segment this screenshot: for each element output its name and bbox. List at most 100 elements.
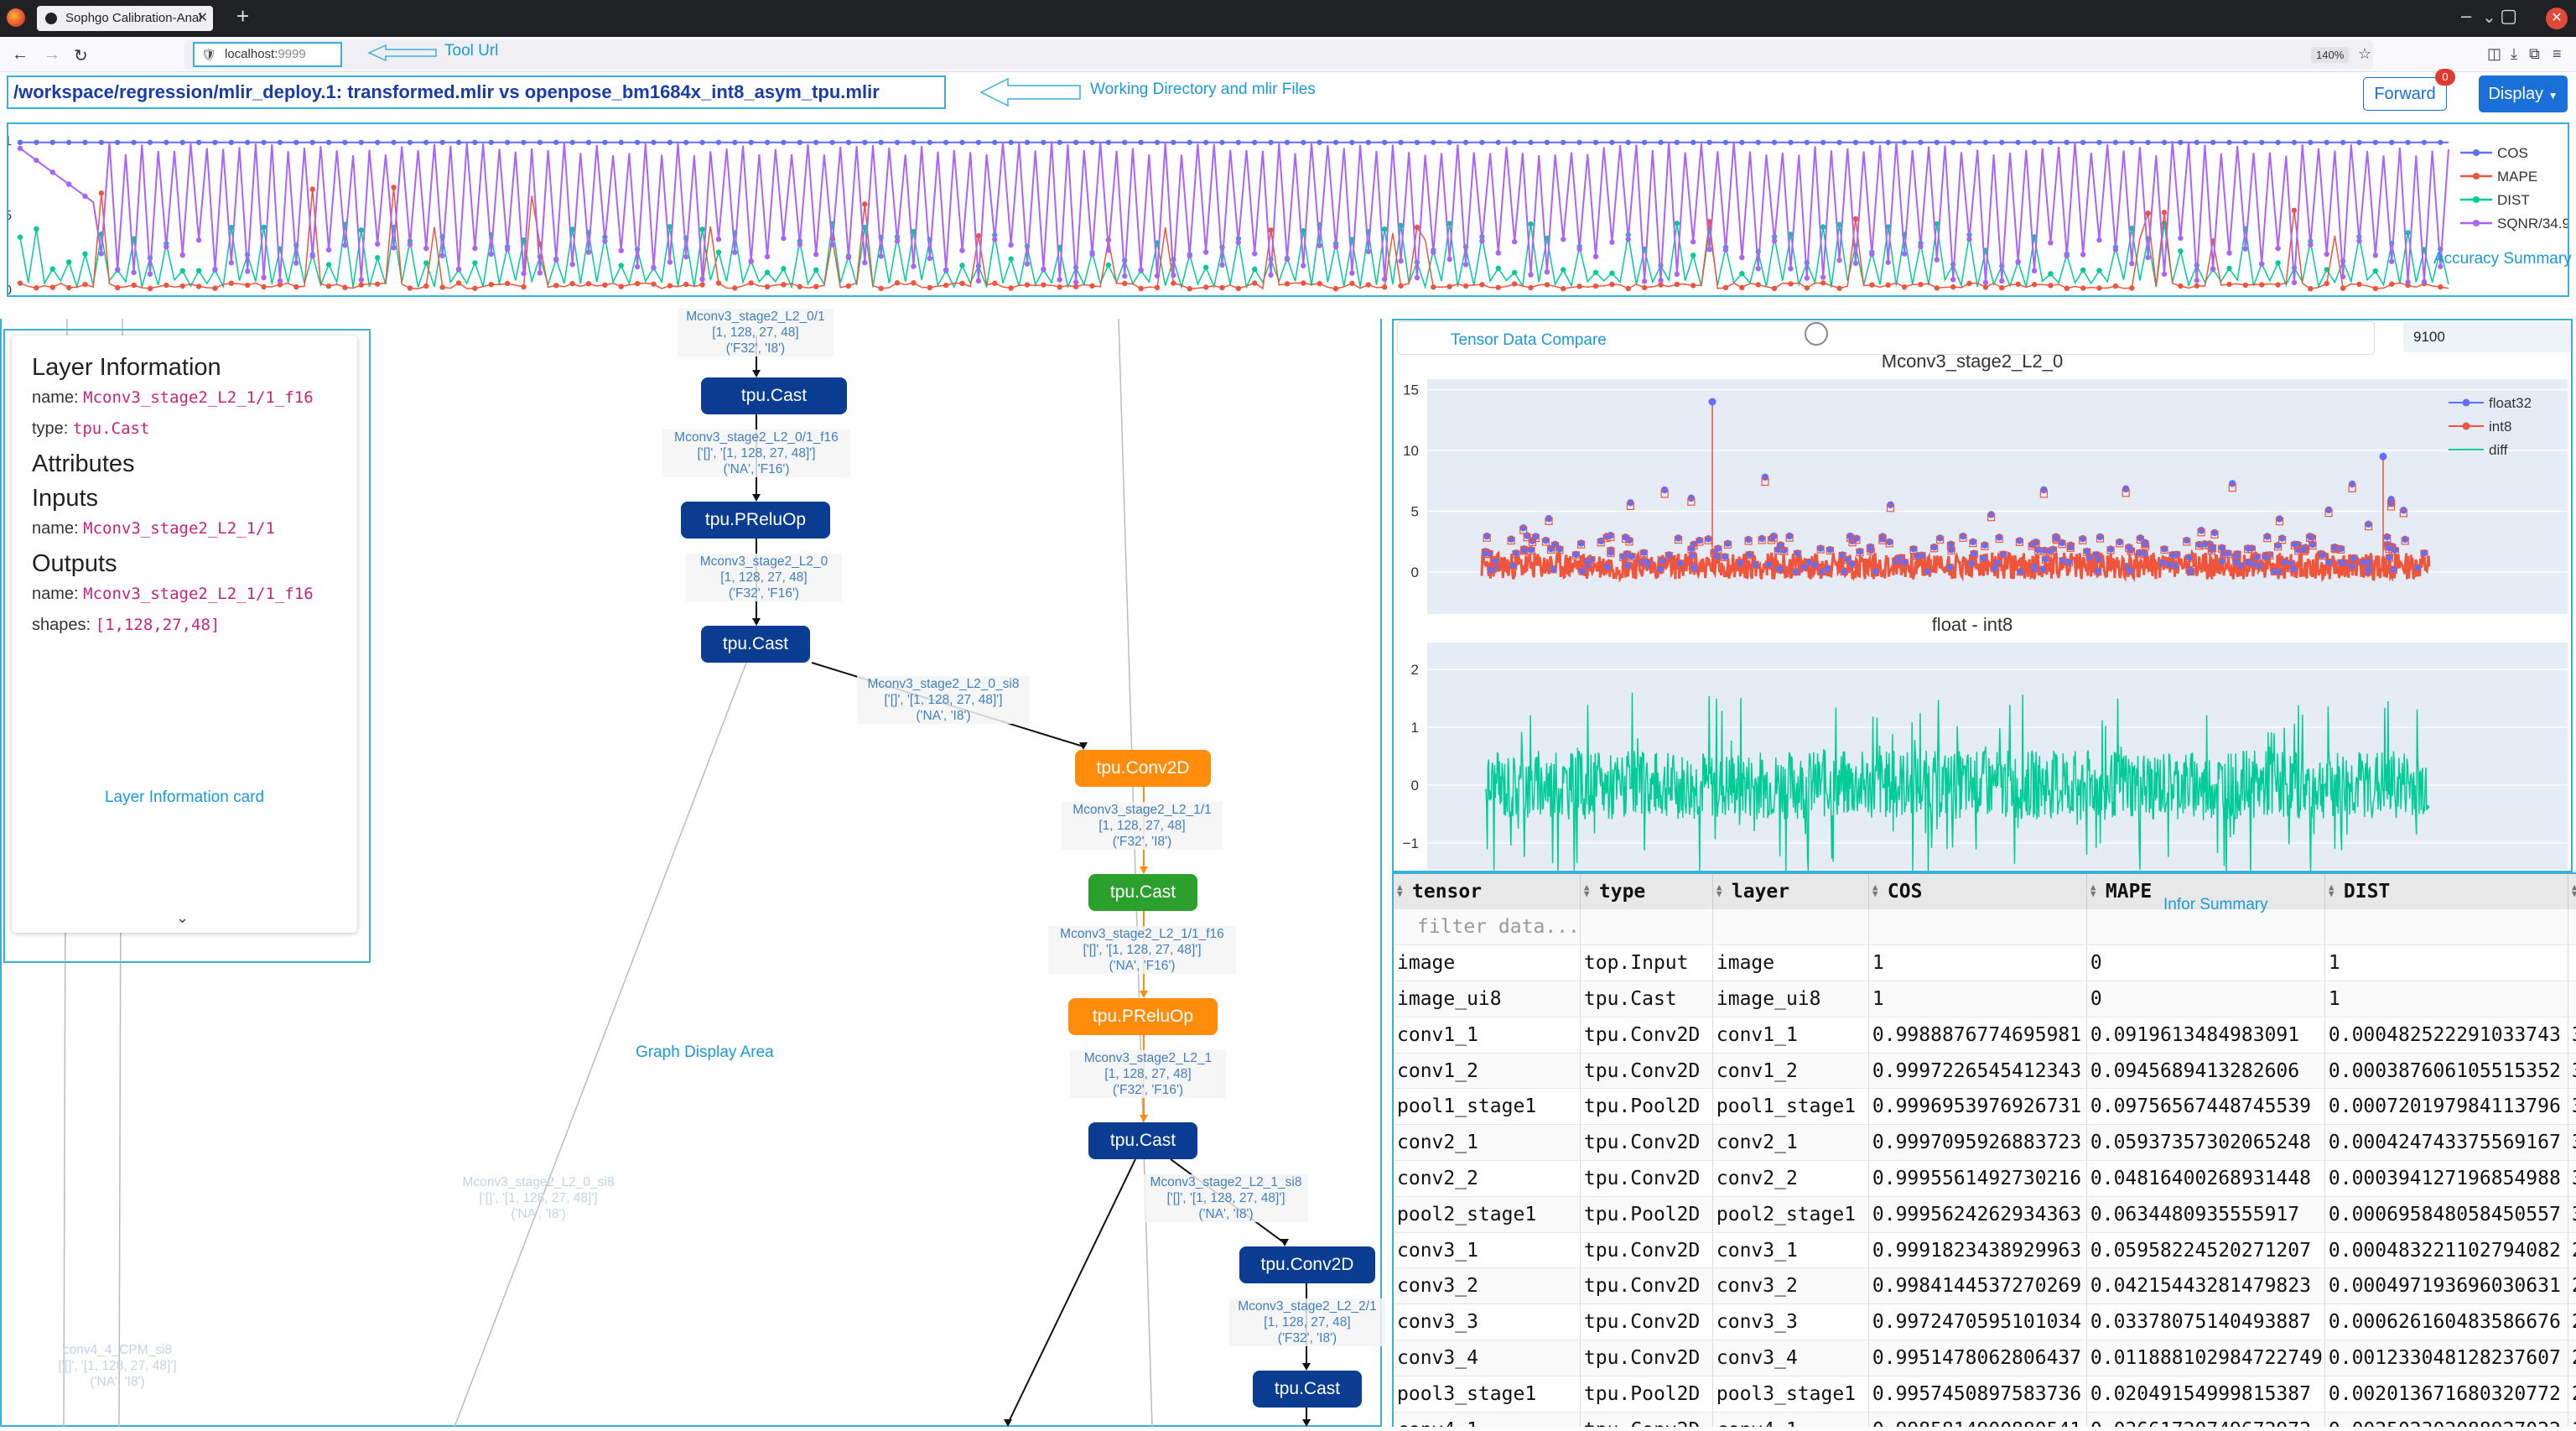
graph-edge-label: Mconv3_stage2_L2_1 [1, 128, 27, 48] ('F32'… (1070, 1050, 1226, 1098)
forward-button[interactable]: Forward (2363, 77, 2447, 111)
tensor-charts[interactable]: 151050Mconv3_stage2_L2_0float32int8diff2… (1394, 320, 2571, 877)
sort-icon[interactable]: ▲▼ (1397, 882, 1403, 898)
series-float32-point (2413, 564, 2421, 571)
extensions-icon[interactable]: ⧉ (2529, 45, 2540, 63)
menu-icon[interactable]: ≡ (2553, 45, 2562, 63)
graph-node-n3[interactable]: tpu.Cast (701, 626, 810, 663)
series-point-cos (1592, 139, 1599, 145)
series-point-cos (1332, 139, 1339, 145)
edge-label-line: ['[]', '[1, 128, 27, 48]'] (1166, 1191, 1285, 1205)
graph-node-n8[interactable]: tpu.Conv2D (1239, 1246, 1375, 1283)
expand-chevron-icon[interactable]: ⌄ (176, 909, 189, 927)
close-window-icon[interactable]: ✕ (2546, 8, 2568, 29)
browser-tab[interactable]: Sophgo Calibration-Anal ✕ (37, 6, 213, 31)
tensor-slider-handle[interactable] (1805, 322, 1828, 346)
table-cell: 0.9997226545412343 (1868, 1053, 2087, 1090)
table-row[interactable]: conv3_1 tpu.Conv2D conv3_1 0.99918234389299… (1394, 1232, 2576, 1269)
url-bar[interactable] (184, 40, 2373, 69)
forward-nav-icon[interactable]: → (44, 45, 60, 65)
graph-node-n9[interactable]: tpu.Cast (1253, 1371, 1362, 1408)
display-button[interactable]: Display ▼ (2479, 75, 2568, 112)
table-row[interactable]: pool1_stage1 tpu.Pool2D pool1_stage1 0.9996… (1394, 1088, 2576, 1126)
sort-icon[interactable]: ▲▼ (2329, 882, 2334, 898)
filter-input[interactable] (2086, 909, 2325, 946)
column-header-tensor[interactable]: ▲ ▼ tensor (1394, 874, 1581, 909)
table-cell: pool3_stage1 (1712, 1376, 1869, 1413)
graph-node-n4[interactable]: tpu.Conv2D (1075, 750, 1211, 787)
sort-icon[interactable]: ▲▼ (1584, 882, 1590, 898)
series-float32-point (2052, 533, 2060, 540)
new-tab-icon[interactable]: + (236, 3, 249, 29)
reload-icon[interactable]: ↻ (74, 45, 88, 66)
slider-value[interactable]: 9100 (2403, 322, 2571, 352)
filter-input[interactable] (1868, 909, 2087, 946)
column-header-layer[interactable]: ▲ ▼ layer (1712, 874, 1869, 909)
tab-close-icon[interactable]: ✕ (197, 6, 208, 31)
table-row[interactable]: conv1_2 tpu.Conv2D conv1_2 0.99972265454123… (1394, 1053, 2576, 1090)
graph-node-n5[interactable]: tpu.Cast (1088, 874, 1197, 911)
table-row[interactable]: image_ui8 tpu.Cast image_ui8 1 0 1 (1394, 981, 2576, 1017)
sort-icon[interactable]: ▲▼ (1872, 882, 1878, 898)
table-row[interactable]: pool3_stage1 tpu.Pool2D pool3_stage1 0.9957… (1394, 1376, 2576, 1413)
table-row[interactable]: conv2_1 tpu.Conv2D conv2_1 0.99970959268837… (1394, 1124, 2576, 1162)
series-point-sqnr (1625, 236, 1631, 242)
sort-icon[interactable]: ▲▼ (2572, 882, 2576, 898)
series-point-cos (2242, 139, 2249, 145)
firefox-icon[interactable] (7, 8, 25, 27)
series-point-cos (634, 139, 641, 145)
column-header-type[interactable]: ▲ ▼ type (1580, 874, 1713, 909)
graph-node-n2[interactable]: tpu.PReluOp (681, 502, 830, 539)
series-point-sqnr (975, 278, 982, 284)
series-float32-point (1578, 567, 1587, 575)
pocket-icon[interactable]: ◫ (2487, 45, 2501, 63)
table-row[interactable]: conv3_4 tpu.Conv2D conv3_4 0.99514780628064… (1394, 1340, 2576, 1376)
series-float32-point (2197, 527, 2205, 534)
url-field[interactable]: 🛡 localhost:9999 (193, 42, 342, 67)
table-row[interactable]: image top.Input image 1 0 1 (1394, 944, 2576, 982)
series-point-mape (1869, 282, 1875, 288)
minimize-icon[interactable]: – (2461, 5, 2500, 26)
series-point-sqnr (1966, 237, 1972, 242)
annotation-tool-url: Tool Url (444, 42, 499, 60)
sort-icon[interactable]: ▲▼ (1716, 882, 1722, 898)
series-point-cos (407, 139, 413, 145)
series-point-mape (1755, 282, 1761, 288)
column-header-sqn[interactable]: ▲▼SQN (2568, 874, 2576, 909)
table-row[interactable]: conv1_1 tpu.Conv2D conv1_1 0.99888767746959… (1394, 1017, 2576, 1054)
series-point-cos (1219, 139, 1225, 145)
column-header-cos[interactable]: ▲ ▼ COS (1868, 874, 2087, 909)
series-point-mape (1690, 283, 1696, 289)
table-cell: tpu.Conv2D (1580, 1340, 1713, 1376)
series-point-dist (1820, 224, 1826, 230)
filter-input[interactable] (1712, 909, 1869, 946)
accuracy-chart[interactable]: 1 0.5 0 COS MAPE DIST SQNR/34.9 (0, 124, 2570, 298)
graph-node-n6[interactable]: tpu.PReluOp (1068, 998, 1218, 1035)
maximize-icon[interactable]: ▢ (2500, 5, 2546, 26)
filter-input[interactable]: filter data... (1394, 909, 1581, 946)
table-row[interactable]: conv4_1tpu.Conv2Dconv4_10.99858149008805… (1394, 1412, 2576, 1427)
series-point-sqnr (1869, 251, 1875, 258)
table-row[interactable]: conv3_3 tpu.Conv2D conv3_3 0.99724705951010… (1394, 1304, 2576, 1341)
sort-icon[interactable]: ▲▼ (2090, 882, 2096, 898)
table-cell: 0.05937357302065248 (2086, 1124, 2325, 1162)
filter-input[interactable] (2568, 909, 2576, 946)
series-point-cos (2405, 139, 2411, 145)
bookmark-star-icon[interactable]: ☆ (2358, 45, 2371, 63)
url-port: 9999 (278, 47, 306, 61)
table-row[interactable]: conv2_2 tpu.Conv2D conv2_2 0.99955614927302… (1394, 1160, 2576, 1197)
column-header-dist[interactable]: ▲ ▼ DIST (2324, 874, 2568, 909)
download-icon[interactable]: ⤓ (2511, 45, 2517, 63)
series-point-sqnr (1462, 262, 1469, 268)
zoom-level[interactable]: 140% (2311, 47, 2350, 63)
table-row[interactable]: conv3_2 tpu.Conv2D conv3_2 0.99841445372702… (1394, 1267, 2576, 1305)
series-point-mape (244, 282, 251, 289)
annotation-accuracy-summary: Accuracy Summary (2433, 250, 2572, 268)
table-row[interactable]: pool2_stage1 tpu.Pool2D pool2_stage1 0.9995… (1394, 1196, 2576, 1233)
graph-node-n7[interactable]: tpu.Cast (1088, 1122, 1197, 1159)
table-cell: conv2_2 (1712, 1160, 1869, 1197)
filter-input[interactable] (2324, 909, 2568, 946)
back-icon[interactable]: ← (12, 45, 29, 65)
graph-edge-label: Mconv3_stage2_L2_0/1_f16 ['[]', '[1, 128,… (662, 429, 850, 477)
filter-input[interactable] (1580, 909, 1713, 946)
graph-node-n1[interactable]: tpu.Cast (701, 377, 847, 414)
